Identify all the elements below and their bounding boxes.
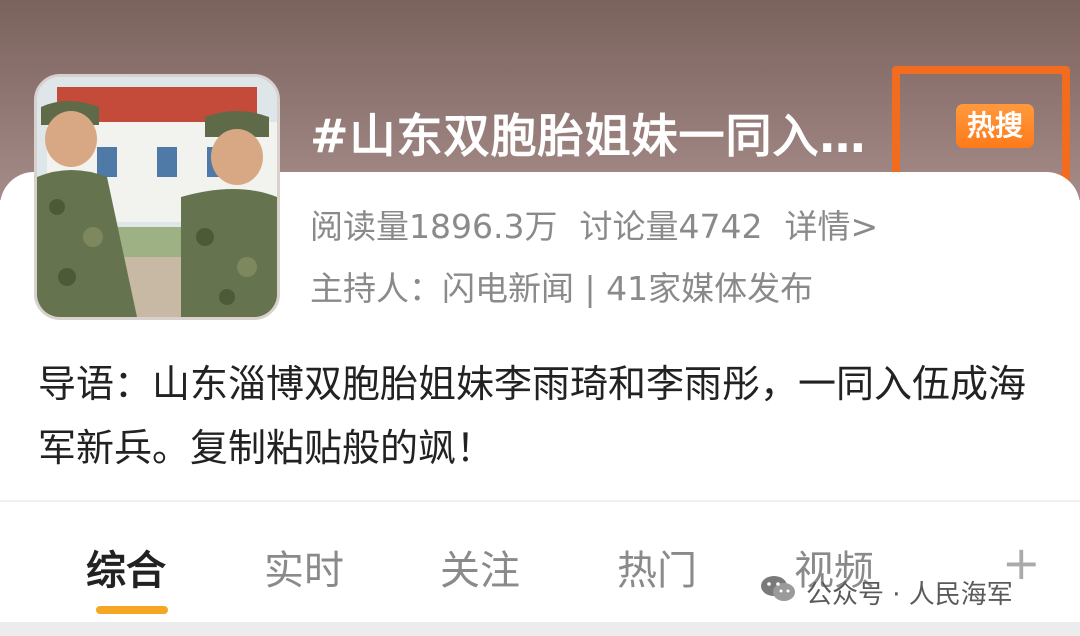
twin-soldiers-photo: [37, 77, 277, 317]
hot-search-badge: 热搜: [956, 104, 1034, 148]
wechat-icon: [760, 574, 796, 611]
read-count: 阅读量1896.3万: [310, 207, 558, 246]
tab-realtime[interactable]: 实时: [264, 538, 344, 596]
discussion-count: 讨论量4742: [579, 207, 763, 246]
tab-hot[interactable]: 热门: [617, 538, 697, 596]
topic-title[interactable]: #山东双胞胎姐妹一同入…: [310, 100, 910, 166]
divider: [0, 500, 1080, 502]
topic-stats: 阅读量1896.3万 讨论量4742 详情>: [310, 200, 900, 248]
bottom-strip: [0, 622, 1080, 636]
topic-intro: 导语：山东淄博双胞胎姐妹李雨琦和李雨彤，一同入伍成海军新兵。复制粘贴般的飒！: [38, 362, 1027, 470]
tab-comprehensive[interactable]: 综合: [86, 538, 166, 596]
watermark: 公众号 · 人民海军: [760, 574, 1013, 611]
watermark-text: 公众号 · 人民海军: [806, 580, 1013, 610]
topic-thumbnail[interactable]: [34, 74, 280, 320]
active-tab-indicator: [96, 606, 168, 614]
host-info[interactable]: 主持人：闪电新闻 | 41家媒体发布: [310, 262, 813, 310]
tab-following[interactable]: 关注: [440, 538, 520, 596]
details-link[interactable]: 详情>: [784, 207, 878, 246]
